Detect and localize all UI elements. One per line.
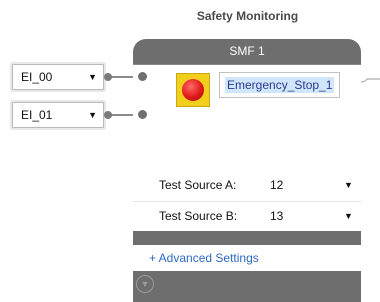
input-select-value: EI_00 — [21, 70, 53, 84]
wire-endpoint — [104, 111, 112, 119]
block-name-text: Emergency_Stop_1 — [225, 77, 335, 93]
block-name-field[interactable]: Emergency_Stop_1 — [219, 72, 340, 98]
block-title: SMF 1 — [133, 39, 361, 65]
emergency-stop-icon — [176, 73, 210, 107]
input-select-value: EI_01 — [21, 108, 53, 122]
input-port-2[interactable] — [138, 110, 147, 119]
param-row-test-source-b[interactable]: Test Source B: 13 ▼ — [133, 201, 361, 230]
wire-endpoint — [104, 73, 112, 81]
param-label: Test Source A: — [159, 178, 237, 192]
advanced-settings-panel: + Advanced Settings — [133, 245, 361, 271]
dropdown-arrow-icon[interactable]: ▼ — [344, 211, 353, 221]
group-title: Safety Monitoring — [196, 9, 299, 23]
dropdown-arrow-icon: ▼ — [88, 110, 97, 120]
param-label: Test Source B: — [159, 209, 238, 223]
parameter-panel: Test Source A: 12 ▼ Test Source B: 13 ▼ — [133, 171, 361, 231]
block-io-panel: Emergency_Stop_1 — [133, 65, 361, 188]
input-select-ei-00[interactable]: EI_00 ▼ — [12, 64, 104, 90]
param-value: 13 — [270, 209, 284, 223]
chevron-down-icon[interactable]: ▼ — [136, 275, 154, 293]
output-connector — [361, 78, 380, 83]
param-value: 12 — [270, 178, 284, 192]
smf-function-block[interactable]: SMF 1 Emergency_Stop_1 Test Source A: 12… — [133, 39, 361, 302]
dropdown-arrow-icon: ▼ — [88, 72, 97, 82]
advanced-settings-link[interactable]: + Advanced Settings — [149, 251, 259, 265]
dropdown-arrow-icon[interactable]: ▼ — [344, 180, 353, 190]
param-row-test-source-a[interactable]: Test Source A: 12 ▼ — [133, 171, 361, 199]
input-select-ei-01[interactable]: EI_01 ▼ — [12, 102, 104, 128]
input-port-1[interactable] — [138, 72, 147, 81]
